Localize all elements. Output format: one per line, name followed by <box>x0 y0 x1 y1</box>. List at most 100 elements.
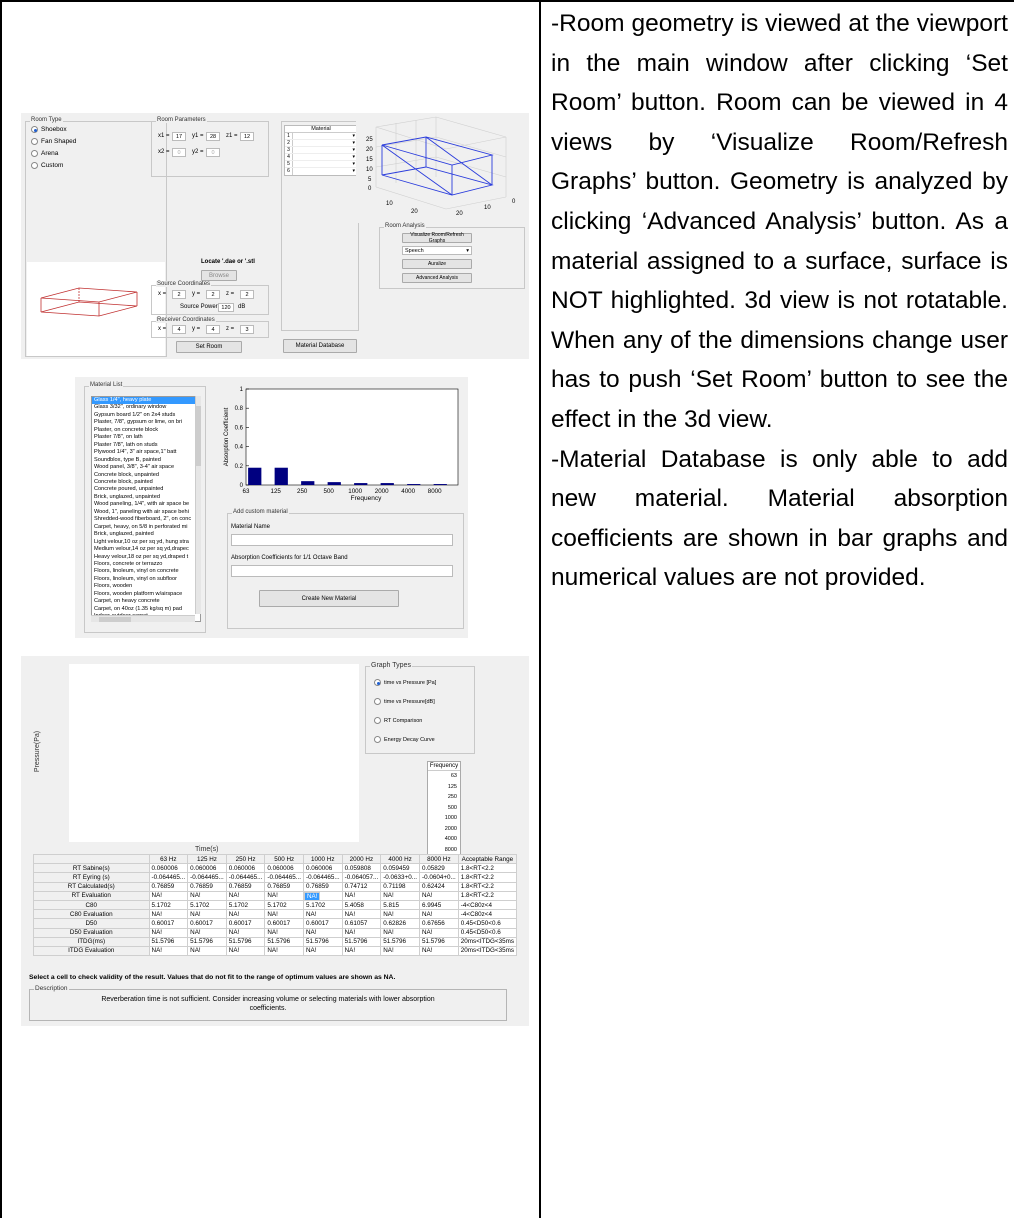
material-name-input[interactable] <box>231 534 453 546</box>
table-cell[interactable]: 0.60017 <box>302 918 343 929</box>
material-list-item[interactable]: Wood paneling, 1/4", with air space be <box>92 501 200 508</box>
material-list-item[interactable]: Carpet, on 40oz (1.35 kg/sq m) pad <box>92 606 200 613</box>
table-cell[interactable]: -0.064057... <box>341 872 382 883</box>
table-cell[interactable]: 0.059459 <box>380 863 420 874</box>
material-list-item[interactable]: Plaster, on concrete block <box>92 427 200 434</box>
table-cell[interactable]: 5.815 <box>380 899 420 911</box>
material-list-item[interactable]: Plaster 7/8", lath on studs <box>92 442 200 449</box>
row-header[interactable]: D50 Evaluation <box>33 927 150 938</box>
row-header[interactable]: RT Eyring (s) <box>33 872 150 883</box>
table-cell[interactable]: 0.05829 <box>419 863 459 874</box>
table-cell[interactable]: 5.1702 <box>264 899 304 911</box>
table-cell[interactable]: NA! <box>148 945 189 957</box>
table-cell[interactable]: 5.1702 <box>187 899 227 911</box>
source-z-input[interactable]: 2 <box>240 290 254 299</box>
table-cell[interactable]: 20ms<ITDG<35ms <box>457 945 518 957</box>
table-cell[interactable]: 0.060006 <box>225 863 266 874</box>
radio-energy-decay-curve[interactable]: Energy Decay Curve <box>374 736 435 743</box>
table-cell[interactable]: 0.060006 <box>302 863 343 874</box>
table-cell[interactable]: 0.76859 <box>187 881 227 892</box>
table-cell[interactable]: NA! <box>302 945 343 957</box>
table-cell[interactable]: 0.059808 <box>341 863 382 874</box>
row-header[interactable]: C80 Evaluation <box>33 909 150 920</box>
table-cell[interactable]: 1.8<RT<2.2 <box>457 872 518 883</box>
table-cell[interactable]: NA! <box>419 890 459 901</box>
source-power-input[interactable]: 120 <box>218 303 234 312</box>
advanced-analysis-button[interactable]: Advanced Analysis <box>402 273 472 283</box>
frequency-item[interactable]: 500 <box>428 803 460 814</box>
table-cell[interactable]: NA! <box>341 927 382 938</box>
material-list-item[interactable]: Gypsum board 1/2" on 2x4 studs <box>92 412 200 419</box>
table-cell[interactable]: NA! <box>187 909 227 920</box>
material-list-item[interactable]: Concrete block, unpainted <box>92 472 200 479</box>
table-cell[interactable]: 51.5796 <box>225 936 266 947</box>
table-cell[interactable]: 0.060006 <box>264 863 304 874</box>
table-cell[interactable]: NA! <box>419 927 459 938</box>
frequency-item[interactable]: 250 <box>428 792 460 803</box>
frequency-item[interactable]: 63 <box>428 771 460 782</box>
table-cell[interactable]: 1.8<RT<2.2 <box>457 890 518 901</box>
table-cell[interactable]: -4<C80z<4 <box>457 899 518 911</box>
table-cell[interactable]: -0.064465... <box>148 872 189 883</box>
table-cell[interactable]: 0.45<D50<0.6 <box>457 918 518 929</box>
list-scrollbar[interactable] <box>195 396 201 614</box>
table-cell[interactable]: 0.76859 <box>302 881 343 892</box>
receiver-y-input[interactable]: 4 <box>206 325 220 334</box>
table-cell[interactable]: NA! <box>225 909 266 920</box>
material-list-item[interactable]: Wood panel, 3/8", 3-4" air space <box>92 464 200 471</box>
table-cell[interactable]: 5.1702 <box>225 899 266 911</box>
scroll-thumb[interactable] <box>196 406 201 466</box>
material-row[interactable]: 2 ▾ <box>285 140 357 147</box>
receiver-z-input[interactable]: 3 <box>240 325 254 334</box>
table-cell[interactable]: 51.5796 <box>302 936 343 947</box>
row-header[interactable]: D50 <box>33 918 150 929</box>
material-list-item[interactable]: Soundblox, type B, painted <box>92 457 200 464</box>
table-cell[interactable]: 0.45<D50<0.6 <box>457 927 518 938</box>
table-cell[interactable]: 0.76859 <box>264 881 304 892</box>
table-cell[interactable]: NA! <box>225 890 266 901</box>
table-cell[interactable]: 0.60017 <box>187 918 227 929</box>
column-header[interactable]: 63 Hz <box>148 853 189 865</box>
material-list-item[interactable]: Floors, linoleum, vinyl on concrete <box>92 568 200 575</box>
table-cell[interactable]: NA! <box>380 890 420 901</box>
radio-arena[interactable]: Arena <box>31 150 58 157</box>
material-list[interactable]: Glass 1/4", heavy plate Glass 3/32", ordi… <box>91 396 201 622</box>
frequency-item[interactable]: 1000 <box>428 813 460 824</box>
table-cell[interactable]: NA! <box>341 890 382 901</box>
table-cell[interactable]: -0.064465... <box>225 872 266 883</box>
table-cell[interactable]: NA! <box>225 927 266 938</box>
column-header[interactable]: 125 Hz <box>187 853 227 865</box>
material-list-item[interactable]: Carpet, heavy, on 5/8 in perforated mi <box>92 524 200 531</box>
table-cell[interactable]: -0.064465... <box>187 872 227 883</box>
table-cell[interactable]: NA! <box>264 945 304 957</box>
material-list-item[interactable]: Floors, wooden <box>92 583 200 590</box>
row-header[interactable]: RT Calculated(s) <box>33 881 150 892</box>
row-header[interactable]: RT Sabine(s) <box>33 863 150 874</box>
absorption-coeff-input[interactable] <box>231 565 453 577</box>
create-new-material-button[interactable]: Create New Material <box>259 590 399 607</box>
material-list-item[interactable]: Concrete poured, unpainted <box>92 486 200 493</box>
auralize-button[interactable]: Auralize <box>402 259 472 269</box>
table-cell[interactable]: 0.60017 <box>225 918 266 929</box>
table-cell[interactable]: NA! <box>148 890 189 901</box>
material-list-item[interactable]: Glass 1/4", heavy plate <box>92 397 200 405</box>
material-row[interactable]: 5 ▾ <box>285 161 357 168</box>
radio-fan-shaped[interactable]: Fan Shaped <box>31 138 76 145</box>
table-cell[interactable]: 1.8<RT<2.2 <box>457 863 518 874</box>
table-cell[interactable]: NA! <box>187 890 227 901</box>
column-header[interactable]: 2000 Hz <box>341 853 382 865</box>
material-list-item[interactable]: Brick, unglazed, unpainted <box>92 494 200 501</box>
table-cell[interactable]: NA! <box>148 909 189 920</box>
row-header[interactable]: ITDG(ms) <box>33 936 150 947</box>
material-list-item[interactable]: Plaster 7/8", on lath <box>92 434 200 441</box>
frequency-item[interactable]: 2000 <box>428 824 460 835</box>
table-cell[interactable]: NA! <box>187 927 227 938</box>
column-header[interactable]: Acceptable Range <box>457 853 518 865</box>
table-cell[interactable]: 0.60017 <box>148 918 189 929</box>
material-list-item[interactable]: Carpet, on heavy concrete <box>92 598 200 605</box>
table-cell[interactable]: -0.0633+0... <box>380 872 420 883</box>
z1-input[interactable]: 12 <box>240 132 254 141</box>
material-list-item[interactable]: Heavy velour,18 oz per sq yd,draped t <box>92 554 200 561</box>
column-header[interactable]: 4000 Hz <box>380 853 420 865</box>
x1-input[interactable]: 17 <box>172 132 186 141</box>
